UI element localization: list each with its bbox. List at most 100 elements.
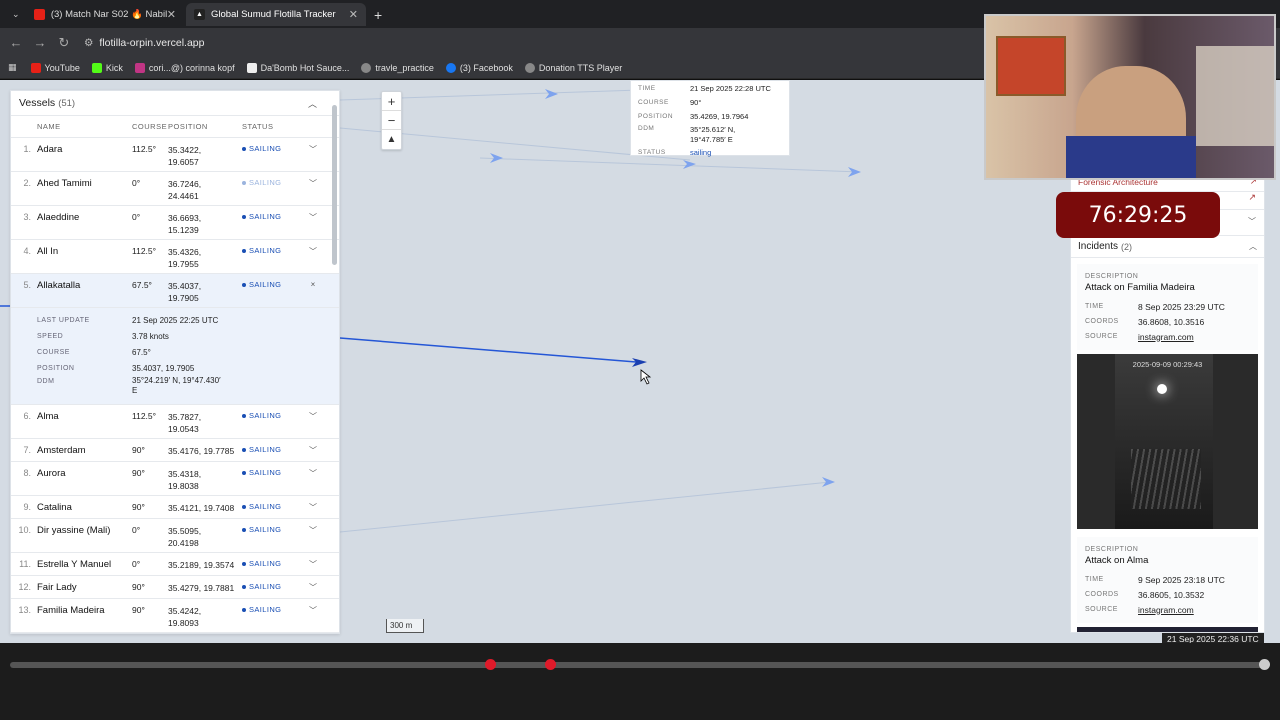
vessel-course: 0° — [132, 525, 141, 535]
popup-ddm: 19°47.785′ E — [690, 135, 733, 144]
bookmark-dabomb[interactable]: Da'Bomb Hot Sauce... — [246, 62, 349, 73]
incident-source-link[interactable]: instagram.com — [1138, 332, 1194, 342]
zoom-in-button[interactable]: + — [382, 92, 401, 111]
close-icon[interactable]: ✕ — [349, 8, 358, 21]
status-dot — [242, 147, 246, 152]
chevron-down-icon[interactable]: ﹀ — [306, 144, 320, 155]
site-info-icon[interactable]: ⚙ — [84, 37, 93, 49]
incidents-header[interactable]: Incidents (2) ︿ — [1071, 236, 1264, 258]
chevron-down-icon[interactable]: ﹀ — [306, 445, 320, 456]
status-badge: SAILING — [242, 502, 306, 511]
bookmark-label: cori...@) corinna kopf — [148, 62, 235, 73]
vessel-position: 35.4121, 19.7408 — [168, 502, 242, 514]
status-badge: SAILING — [242, 525, 306, 534]
row-number: 3. — [23, 212, 31, 222]
bookmark-youtube[interactable]: YouTube — [30, 62, 80, 73]
incident-marker[interactable] — [485, 659, 496, 670]
incident-label: COORDS — [1085, 318, 1119, 325]
vessel-row[interactable]: 3. Alaeddine 0° 36.6693, 15.1239 SAILING ﹀ — [11, 206, 339, 240]
column-name[interactable]: NAME — [37, 122, 132, 131]
position-line: 19.7955 — [168, 259, 199, 269]
chevron-down-icon[interactable]: ﹀ — [306, 582, 320, 593]
timeline-handle[interactable] — [1259, 659, 1270, 670]
facebook-icon — [445, 62, 456, 73]
vessel-position: 35.7827, 19.0543 — [168, 411, 242, 435]
incident-source-link[interactable]: instagram.com — [1138, 605, 1194, 615]
status-badge: SAILING — [242, 280, 306, 289]
chevron-down-icon[interactable]: ﹀ — [306, 178, 320, 189]
vessel-row[interactable]: 6. Alma 112.5° 35.7827, 19.0543 SAILING ﹀ — [11, 405, 339, 439]
chevron-down-icon[interactable]: ﹀ — [306, 525, 320, 536]
vessel-row[interactable]: 13. Familia Madeira 90° 35.4242, 19.8093 SAIL… — [11, 599, 339, 633]
timeline-track[interactable] — [10, 662, 1268, 668]
chevron-down-icon[interactable]: ﹀ — [306, 502, 320, 513]
vessel-row[interactable]: 12. Fair Lady 90° 35.4279, 19.7881 SAILING ﹀ — [11, 576, 339, 599]
tab-list-button[interactable]: ⌄ — [4, 3, 26, 26]
tab-youtube[interactable]: (3) Match Nar S02 🔥 Nabil Ko... ✕ — [26, 3, 184, 26]
kick-icon — [91, 62, 102, 73]
vessels-panel: Vessels (51) ︿ NAME COURSE POSITION STAT… — [10, 90, 340, 634]
vessel-position: 35.2189, 19.3574 — [168, 559, 242, 571]
vessel-position: 35.4242, 19.8093 — [168, 605, 242, 629]
tab-flotilla[interactable]: ▲ Global Sumud Flotilla Tracker ✕ — [186, 3, 366, 26]
chevron-down-icon[interactable]: ﹀ — [306, 212, 320, 223]
url-field[interactable]: ⚙ flotilla-orpin.vercel.app — [84, 37, 204, 49]
back-arrow-icon[interactable]: ← — [4, 35, 28, 50]
chevron-down-icon[interactable]: ﹀ — [306, 468, 320, 479]
bookmark-facebook[interactable]: (3) Facebook — [445, 62, 513, 73]
chevron-down-icon[interactable]: ﹀ — [306, 559, 320, 570]
status-dot — [242, 215, 246, 220]
close-icon[interactable]: ✕ — [167, 8, 176, 21]
status-text: SAILING — [249, 411, 282, 420]
incident-label: DESCRIPTION — [1085, 546, 1139, 553]
vessel-row[interactable]: 11. Estrella Y Manuel 0° 35.2189, 19.3574 SA… — [11, 553, 339, 576]
chevron-down-icon[interactable]: ﹀ — [306, 605, 320, 616]
chevron-down-icon[interactable]: ﹀ — [306, 411, 320, 422]
status-badge: SAILING — [242, 468, 306, 477]
vessel-row[interactable]: 10. Dir yassine (Mali) 0° 35.5095, 20.4198 SA… — [11, 519, 339, 553]
position-line: 35.4318, — [168, 469, 202, 479]
position-line: 35.4242, — [168, 606, 202, 616]
status-badge: SAILING — [242, 445, 306, 454]
reload-icon[interactable]: ↻ — [52, 35, 76, 51]
vessel-row[interactable]: 1. Adara 112.5° 35.3422, 19.6057 SAILING ﹀ — [11, 138, 339, 172]
chevron-up-icon[interactable]: ︿ — [1249, 241, 1257, 252]
column-position[interactable]: POSITION — [168, 122, 242, 131]
bookmark-donation[interactable]: Donation TTS Player — [524, 62, 622, 73]
column-course[interactable]: COURSE — [132, 122, 168, 131]
vessel-course: 112.5° — [132, 411, 157, 421]
vessel-row[interactable]: 2. Ahed Tamimi 0° 36.7246, 24.4461 SAILING ﹀ — [11, 172, 339, 206]
close-icon[interactable]: × — [306, 280, 320, 289]
vessel-row[interactable]: 4. All In 112.5° 35.4326, 19.7955 SAILING ﹀ — [11, 240, 339, 274]
compass-button[interactable]: ▲ — [382, 130, 401, 149]
bookmark-travle[interactable]: travle_practice — [361, 62, 434, 73]
vessel-name: Alma — [37, 411, 59, 422]
vessel-row[interactable]: 9. Catalina 90° 35.4121, 19.7408 SAILING ﹀ — [11, 496, 339, 519]
chevron-down-icon[interactable]: ﹀ — [306, 246, 320, 257]
vessel-row[interactable]: 5. Allakatalla 67.5° 35.4037, 19.7905 SAILING… — [11, 274, 339, 308]
scale-bar: 300 m — [386, 619, 424, 633]
forward-arrow-icon[interactable]: → — [28, 35, 52, 50]
popup-label: DDM — [638, 125, 655, 132]
apps-grid-icon[interactable]: ▦ — [8, 62, 17, 73]
incident-image[interactable]: 2025-09-09 00:29:43 — [1077, 354, 1258, 529]
vessel-position: 36.6693, 15.1239 — [168, 212, 242, 236]
position-line: 36.6693, — [168, 213, 202, 223]
chevron-down-icon: ⌄ — [12, 9, 20, 19]
vessel-row[interactable]: 7. Amsterdam 90° 35.4176, 19.7785 SAILING ﹀ — [11, 439, 339, 462]
row-number: 7. — [23, 445, 31, 455]
vessel-row[interactable]: 8. Aurora 90° 35.4318, 19.8038 SAILING ﹀ — [11, 462, 339, 496]
status-text: SAILING — [249, 445, 282, 454]
vessels-panel-header[interactable]: Vessels (51) ︿ — [11, 91, 339, 116]
position-line: 36.7246, — [168, 179, 202, 189]
bookmark-instagram[interactable]: cori...@) corinna kopf — [134, 62, 235, 73]
incident-marker[interactable] — [545, 659, 556, 670]
scrollbar[interactable] — [332, 105, 337, 265]
position-line: 20.4198 — [168, 538, 199, 548]
chevron-up-icon[interactable]: ︿ — [308, 97, 317, 110]
zoom-out-button[interactable]: − — [382, 111, 401, 130]
status-badge: SAILING — [242, 582, 306, 591]
bookmark-kick[interactable]: Kick — [91, 62, 123, 73]
column-status[interactable]: STATUS — [242, 122, 306, 131]
new-tab-button[interactable]: + — [366, 3, 388, 26]
